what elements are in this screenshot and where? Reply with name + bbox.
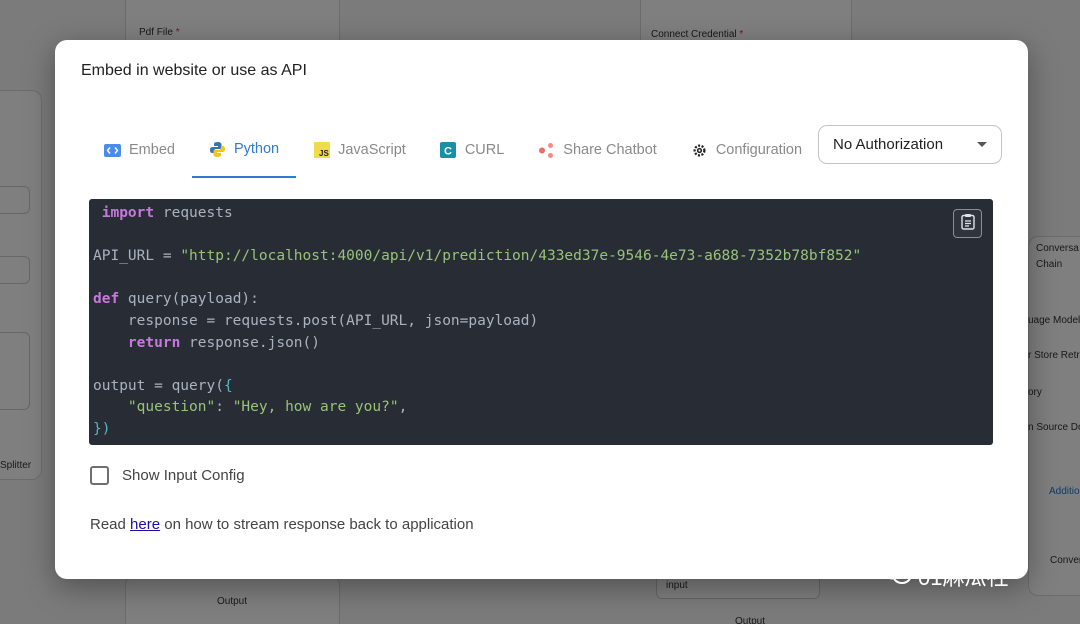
watermark: 01麻瓜社 <box>882 560 1008 592</box>
python-code: import requests API_URL = "http://localh… <box>93 205 862 437</box>
tab-python[interactable]: Python <box>191 122 297 178</box>
curl-icon: C <box>440 142 457 159</box>
tab-label: Configuration <box>715 142 803 158</box>
stream-help-text: Read here on how to stream response back… <box>90 516 474 533</box>
svg-text:C: C <box>444 146 452 158</box>
tab-label: Share Chatbot <box>563 142 657 158</box>
watermark-text: 01麻瓜社 <box>918 565 1009 590</box>
stream-docs-link[interactable]: here <box>130 516 160 533</box>
tab-share-chatbot[interactable]: Share Chatbot <box>521 122 674 178</box>
show-input-config-checkbox[interactable] <box>90 466 109 485</box>
tab-configuration[interactable]: Configuration <box>674 122 819 178</box>
language-tabs: Embed Python JS JavaScript C CURL Share … <box>87 122 819 180</box>
authorization-select[interactable]: No Authorization <box>818 125 1002 164</box>
tab-javascript[interactable]: JS JavaScript <box>296 122 423 178</box>
gear-icon <box>691 142 708 159</box>
authorization-select-value: No Authorization <box>833 136 944 153</box>
tab-label: CURL <box>464 142 505 158</box>
clipboard-icon <box>960 213 975 235</box>
show-input-config-row[interactable]: Show Input Config <box>90 466 245 485</box>
tab-embed[interactable]: Embed <box>87 122 192 178</box>
dialog-title: Embed in website or use as API <box>81 62 307 79</box>
tab-label: Embed <box>129 142 175 158</box>
tab-label: JavaScript <box>338 142 406 158</box>
chevron-down-icon <box>977 142 987 147</box>
code-block: import requests API_URL = "http://localh… <box>89 199 993 445</box>
share-chatbot-icon <box>538 142 555 159</box>
python-icon <box>209 141 226 158</box>
svg-text:JS: JS <box>319 149 329 158</box>
tab-curl[interactable]: C CURL <box>423 122 521 178</box>
embed-code-icon <box>104 142 121 159</box>
javascript-icon: JS <box>313 142 330 159</box>
wechat-icon <box>882 560 912 592</box>
tab-label: Python <box>233 141 280 157</box>
embed-api-dialog: Embed in website or use as API Embed Pyt… <box>55 40 1028 579</box>
copy-code-button[interactable] <box>953 209 982 238</box>
show-input-config-label: Show Input Config <box>122 467 245 484</box>
